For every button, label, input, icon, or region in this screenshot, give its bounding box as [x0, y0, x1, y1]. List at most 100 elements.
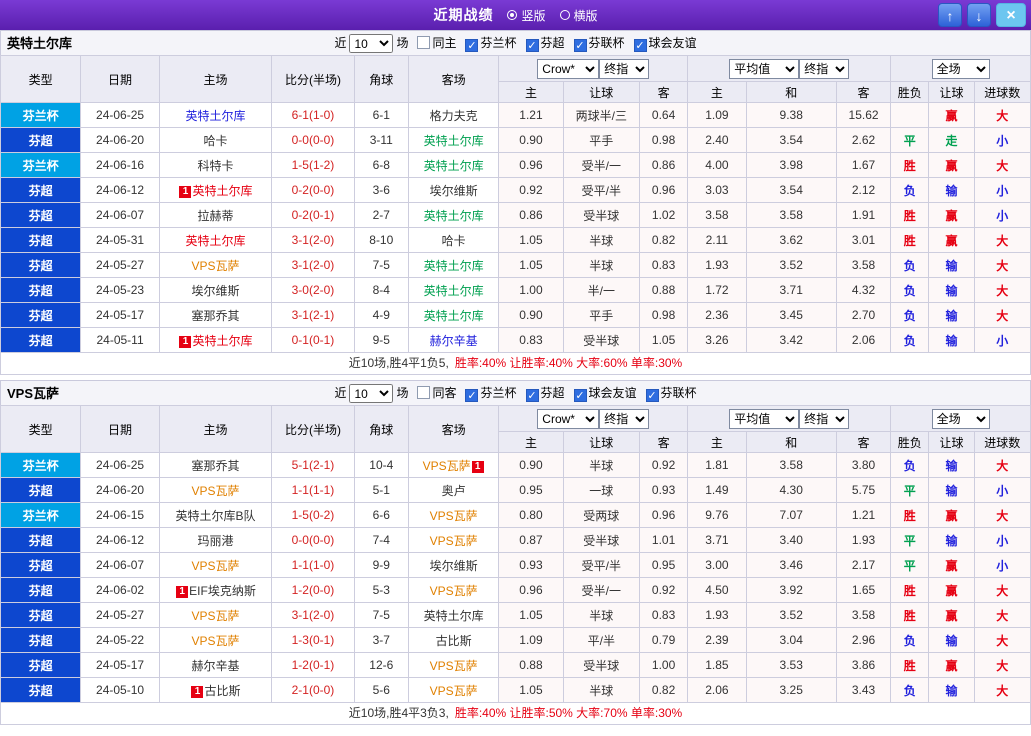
away-team-cell[interactable]: 英特土尔库 [407, 277, 500, 303]
sub-header-crown-handicap: 让球 [562, 431, 640, 453]
away-team-cell[interactable]: 奥卢 [407, 477, 500, 503]
period-select[interactable]: 全场 [931, 58, 990, 79]
home-team-cell[interactable]: 英特土尔库B队 [158, 502, 273, 528]
score-cell: 3-1(2-0) [271, 252, 355, 278]
bookmaker-select[interactable]: Crow* [537, 408, 600, 429]
home-team-cell[interactable]: 1 英特土尔库 [158, 327, 273, 353]
filter-checkbox-item[interactable]: ✓ 芬兰杯 [456, 36, 517, 52]
goals-result-cell: 小 [973, 552, 1031, 578]
checkbox-unchecked-icon[interactable] [417, 36, 431, 49]
crown-home-odds: 0.87 [498, 527, 564, 553]
crown-away-odds: 0.96 [638, 502, 689, 528]
home-team-cell[interactable]: 玛丽港 [158, 527, 273, 553]
bookmaker-select[interactable]: Crow* [537, 58, 600, 79]
odds-stage-select[interactable]: 终指 [599, 58, 650, 79]
goals-result-cell: 大 [973, 152, 1031, 178]
filter-checkbox-item[interactable]: 同客 [408, 386, 456, 400]
filter-checkbox-item[interactable]: ✓ 芬联杯 [637, 386, 697, 402]
sub-header-euro-draw: 和 [745, 431, 837, 453]
away-team-cell[interactable]: 英特土尔库 [407, 302, 500, 328]
team-section-1: VPS瓦萨近 10 场同客 ✓ 芬兰杯 ✓ 芬超 ✓ 球会友谊 ✓ 芬联杯 类型 日期 主场 比分(半场) 角… [0, 380, 1031, 725]
away-team-cell[interactable]: VPS瓦萨 1 [407, 452, 500, 478]
away-team-cell[interactable]: VPS瓦萨 [407, 677, 500, 703]
sub-header-handicap-result: 让球 [928, 431, 975, 453]
home-team-cell[interactable]: 埃尔维斯 [158, 277, 273, 303]
home-team-cell[interactable]: VPS瓦萨 [158, 477, 273, 503]
euro-draw-odds: 3.45 [745, 302, 837, 328]
away-team-cell[interactable]: 英特土尔库 [407, 202, 500, 228]
home-team-cell[interactable]: 1 英特土尔库 [158, 177, 273, 203]
home-team-cell[interactable]: VPS瓦萨 [158, 552, 273, 578]
filter-checkbox-item[interactable]: ✓ 芬兰杯 [456, 386, 517, 402]
home-team-cell[interactable]: VPS瓦萨 [158, 627, 273, 653]
away-team-cell[interactable]: 英特土尔库 [407, 602, 500, 628]
handicap-result-cell: 输 [928, 177, 975, 203]
checkbox-checked-icon[interactable]: ✓ [573, 39, 587, 52]
average-odds-select[interactable]: 平均值 [729, 58, 800, 79]
checkbox-checked-icon[interactable]: ✓ [633, 39, 647, 52]
sub-header-euro-home: 主 [687, 81, 747, 103]
filter-checkbox-item[interactable]: 同主 [408, 36, 456, 50]
period-select[interactable]: 全场 [931, 408, 990, 429]
checkbox-checked-icon[interactable]: ✓ [465, 39, 479, 52]
layout-radio-vertical[interactable]: 竖版 [507, 7, 546, 24]
home-team-cell[interactable]: 拉赫蒂 [158, 202, 273, 228]
home-team-cell[interactable]: 英特土尔库 [158, 227, 273, 253]
away-team-cell[interactable]: VPS瓦萨 [407, 652, 500, 678]
radio-selected-icon [507, 10, 518, 20]
away-team-cell[interactable]: 埃尔维斯 [407, 177, 500, 203]
away-team-cell[interactable]: 赫尔辛基 [407, 327, 500, 353]
scroll-up-button[interactable]: ↑ [938, 3, 962, 27]
filter-checkbox-item[interactable]: ✓ 球会友谊 [625, 36, 697, 52]
checkbox-unchecked-icon[interactable] [417, 386, 431, 399]
checkbox-checked-icon[interactable]: ✓ [573, 389, 587, 402]
euro-home-odds: 2.11 [687, 227, 747, 253]
average-odds-select[interactable]: 平均值 [729, 408, 800, 429]
away-team-cell[interactable]: 英特土尔库 [407, 252, 500, 278]
away-team-cell[interactable]: 埃尔维斯 [407, 552, 500, 578]
home-team-cell[interactable]: VPS瓦萨 [158, 252, 273, 278]
handicap-result-cell: 输 [928, 277, 975, 303]
match-count-select[interactable]: 10 [349, 34, 394, 54]
crown-home-odds: 1.05 [498, 227, 564, 253]
filter-checkbox-item[interactable]: ✓ 芬超 [517, 386, 565, 402]
filter-checkbox-item[interactable]: ✓ 球会友谊 [565, 386, 637, 402]
home-team-cell[interactable]: 赫尔辛基 [158, 652, 273, 678]
euro-stage-select[interactable]: 终指 [799, 58, 850, 79]
away-team-cell[interactable]: 古比斯 [407, 627, 500, 653]
away-team-cell[interactable]: VPS瓦萨 [407, 502, 500, 528]
away-team-cell[interactable]: 英特土尔库 [407, 127, 500, 153]
crown-handicap: 半/一 [562, 277, 640, 303]
filter-checkbox-label: 芬超 [540, 386, 565, 400]
layout-radio-horizontal[interactable]: 横版 [559, 7, 598, 24]
euro-home-odds: 4.00 [687, 152, 747, 178]
away-team-cell[interactable]: VPS瓦萨 [407, 577, 500, 603]
filter-checkbox-item[interactable]: ✓ 芬联杯 [565, 36, 625, 52]
checkbox-checked-icon[interactable]: ✓ [645, 389, 659, 402]
home-team-cell[interactable]: 1 古比斯 [158, 677, 273, 703]
odds-stage-select[interactable]: 终指 [599, 408, 650, 429]
home-team-cell[interactable]: 塞那乔其 [158, 452, 273, 478]
match-count-select[interactable]: 10 [349, 384, 394, 404]
filter-checkbox-label: 球会友谊 [588, 386, 637, 400]
home-team-cell[interactable]: 1 EIF埃克纳斯 [158, 577, 273, 603]
filter-checkbox-item[interactable]: ✓ 芬超 [517, 36, 565, 52]
col-header-away: 客场 [407, 55, 500, 103]
close-button[interactable]: × [996, 3, 1026, 27]
away-team-cell[interactable]: 格力夫克 [407, 102, 500, 128]
away-team-cell[interactable]: 哈卡 [407, 227, 500, 253]
away-team-cell[interactable]: 英特土尔库 [407, 152, 500, 178]
checkbox-checked-icon[interactable]: ✓ [525, 389, 539, 402]
checkbox-checked-icon[interactable]: ✓ [525, 39, 539, 52]
home-team-cell[interactable]: 科特卡 [158, 152, 273, 178]
home-team-cell[interactable]: 塞那乔其 [158, 302, 273, 328]
checkbox-checked-icon[interactable]: ✓ [465, 389, 479, 402]
scroll-down-button[interactable]: ↓ [967, 3, 991, 27]
euro-away-odds: 3.43 [835, 677, 892, 703]
home-team-cell[interactable]: 哈卡 [158, 127, 273, 153]
home-team-cell[interactable]: 英特土尔库 [158, 102, 273, 128]
crown-away-odds: 0.92 [638, 452, 689, 478]
home-team-cell[interactable]: VPS瓦萨 [158, 602, 273, 628]
euro-stage-select[interactable]: 终指 [799, 408, 850, 429]
away-team-cell[interactable]: VPS瓦萨 [407, 527, 500, 553]
